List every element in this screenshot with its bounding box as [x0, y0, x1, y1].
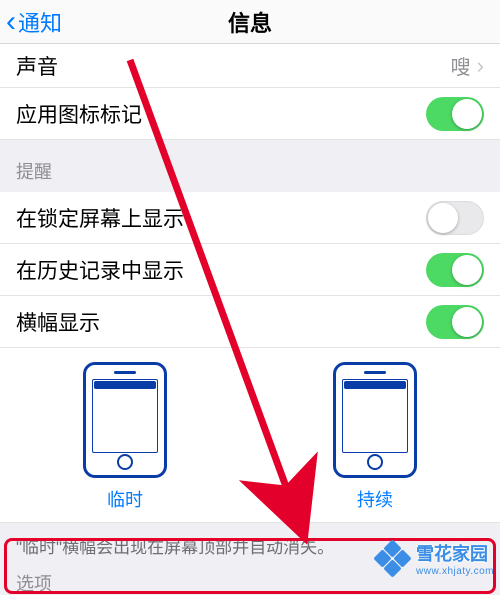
navigation-bar: ‹ 通知 信息 — [0, 0, 500, 44]
banner-style-temporary[interactable]: 临时 — [83, 362, 167, 512]
lock-screen-label: 在锁定屏幕上显示 — [16, 203, 184, 233]
history-cell: 在历史记录中显示 — [0, 244, 500, 296]
watermark-brand: 雪花家园 — [416, 544, 488, 564]
sound-cell[interactable]: 声音 嗖 › — [0, 44, 500, 88]
banner-style-persistent-label: 持续 — [357, 486, 393, 512]
snowflake-icon — [376, 542, 410, 576]
banner-label: 横幅显示 — [16, 307, 100, 337]
history-toggle[interactable] — [426, 253, 484, 287]
back-button[interactable]: ‹ 通知 — [6, 6, 62, 38]
watermark-domain: www.xhjaty.com — [416, 566, 494, 577]
lock-screen-cell: 在锁定屏幕上显示 — [0, 192, 500, 244]
watermark: 雪花家园 www.xhjaty.com — [376, 540, 494, 577]
alerts-section-header: 提醒 — [0, 140, 500, 192]
page-title: 信息 — [0, 6, 500, 38]
banner-toggle[interactable] — [426, 305, 484, 339]
sound-label: 声音 — [16, 51, 58, 81]
banner-cell: 横幅显示 — [0, 296, 500, 348]
badge-toggle[interactable] — [426, 97, 484, 131]
phone-icon — [333, 362, 417, 478]
badge-label: 应用图标标记 — [16, 99, 142, 129]
badge-cell: 应用图标标记 — [0, 88, 500, 140]
lock-screen-toggle[interactable] — [426, 201, 484, 235]
history-label: 在历史记录中显示 — [16, 255, 184, 285]
banner-style-temporary-label: 临时 — [107, 486, 143, 512]
banner-style-row: 临时 持续 — [0, 348, 500, 523]
banner-style-persistent[interactable]: 持续 — [333, 362, 417, 512]
chevron-right-icon: › — [477, 53, 484, 79]
chevron-left-icon: ‹ — [6, 11, 16, 33]
back-label: 通知 — [18, 6, 62, 38]
phone-icon — [83, 362, 167, 478]
sound-value: 嗖 — [451, 51, 471, 80]
